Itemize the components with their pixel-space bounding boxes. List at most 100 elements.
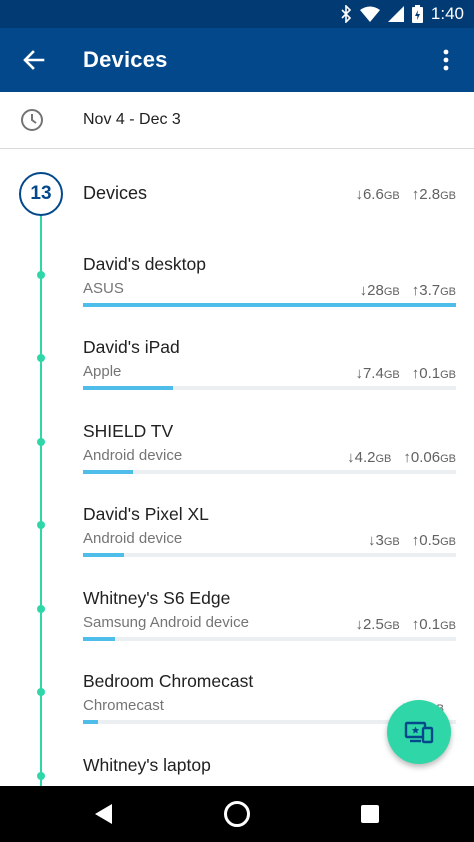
device-download: ↓4.2GB: [347, 449, 391, 466]
device-upload-unit: GB: [440, 453, 456, 465]
summary-title: Devices: [83, 183, 148, 203]
device-upload: ↑0.06GB: [403, 449, 456, 466]
prioritize-device-fab[interactable]: [387, 700, 451, 764]
device-name: Whitney's S6 Edge: [83, 588, 231, 608]
timeline-dot: [37, 772, 45, 780]
device-type: Samsung Android device: [83, 614, 249, 631]
usage-bar: [83, 303, 456, 307]
timeline-dot: [37, 688, 45, 696]
nav-home-button[interactable]: [215, 792, 259, 836]
device-stats: ↓4.2GB ↑0.06GB: [347, 449, 456, 466]
usage-bar-fill: [83, 553, 125, 557]
summary-upload-value: ↑2.8: [411, 186, 441, 203]
usage-bar: [83, 637, 456, 641]
usage-bar-fill: [83, 386, 173, 390]
usage-bar: [83, 470, 456, 474]
device-item[interactable]: David's Pixel XL Android device ↓3GB ↑0.…: [0, 493, 474, 576]
device-download-unit: GB: [375, 453, 392, 465]
device-stats: ↓3GB ↑0.5GB: [368, 532, 456, 549]
summary-download-value: ↓6.6: [355, 186, 384, 203]
app-bar: Devices: [0, 28, 474, 92]
device-name: Whitney's laptop: [83, 755, 211, 775]
device-stats: ↓2.5GB ↑0.1GB: [355, 616, 456, 633]
usage-bar-fill: [83, 303, 456, 307]
device-item[interactable]: David's desktop ASUS ↓28GB ↑3.7GB: [0, 243, 474, 326]
device-name: SHIELD TV: [83, 421, 174, 441]
usage-bar-fill: [83, 720, 98, 724]
device-name: Bedroom Chromecast: [83, 671, 254, 691]
device-stats: ↓28GB ↑3.7GB: [360, 282, 456, 299]
wifi-icon: [359, 6, 380, 22]
device-upload-value: ↑0.1: [411, 365, 441, 382]
device-upload-unit: GB: [440, 536, 456, 548]
prioritize-device-icon: [404, 721, 434, 744]
timeline-dot: [37, 438, 45, 446]
timeline-dot: [37, 605, 45, 613]
usage-bar-fill: [83, 470, 134, 474]
device-type: Android device: [83, 447, 183, 464]
device-download-value: ↓4.2: [347, 449, 376, 466]
summary-stats: ↓6.6GB ↑2.8GB: [355, 186, 456, 203]
status-bar: 1:40: [0, 0, 474, 28]
device-download-value: ↓3: [367, 532, 384, 549]
device-count-badge: 13: [19, 172, 63, 216]
timeline-dot: [37, 521, 45, 529]
device-download-unit: GB: [383, 536, 400, 548]
summary-download: ↓6.6GB: [355, 186, 399, 203]
device-upload: ↑3.7GB: [412, 282, 456, 299]
device-download-value: ↓2.5: [355, 616, 384, 633]
device-name: David's iPad: [83, 337, 180, 357]
status-icons: 1:40: [340, 0, 464, 28]
nav-back-icon: [95, 804, 112, 824]
status-time: 1:40: [430, 4, 464, 23]
nav-recents-icon: [361, 805, 379, 823]
device-upload: ↑0.1GB: [412, 365, 456, 382]
usage-bar: [83, 553, 456, 557]
device-upload-unit: GB: [440, 620, 456, 632]
nav-recents-button[interactable]: [348, 792, 392, 836]
summary-upload-unit: GB: [440, 190, 456, 202]
bluetooth-icon: [341, 5, 352, 23]
timeline-dot: [37, 354, 45, 362]
device-download-value: ↓7.4: [355, 365, 384, 382]
summary-upload: ↑2.8GB: [412, 186, 456, 203]
more-options-button[interactable]: [426, 40, 466, 80]
nav-home-icon: [224, 801, 250, 827]
device-name: David's desktop: [83, 254, 206, 274]
back-button[interactable]: [14, 40, 54, 80]
device-download-unit: GB: [383, 286, 400, 298]
device-download-unit: GB: [383, 369, 400, 381]
device-upload-value: ↑0.06: [403, 449, 441, 466]
device-upload-unit: GB: [440, 369, 456, 381]
device-type: Chromecast: [83, 697, 164, 714]
signal-icon: [387, 6, 404, 22]
more-vert-icon: [443, 49, 449, 71]
page-title: Devices: [83, 47, 168, 72]
device-download: ↓3GB: [368, 532, 400, 549]
arrow-back-icon: [23, 50, 45, 70]
clock-icon: [21, 109, 43, 131]
device-download: ↓7.4GB: [355, 365, 399, 382]
device-upload-value: ↑0.5: [411, 532, 441, 549]
device-download: ↓2.5GB: [355, 616, 399, 633]
battery-icon: [411, 5, 423, 23]
device-item[interactable]: Whitney's S6 Edge Samsung Android device…: [0, 577, 474, 660]
device-item[interactable]: SHIELD TV Android device ↓4.2GB ↑0.06GB: [0, 410, 474, 493]
usage-bar-fill: [83, 637, 115, 641]
system-nav-bar: [0, 786, 474, 842]
device-name: David's Pixel XL: [83, 504, 209, 524]
device-type: Android device: [83, 530, 183, 547]
device-download-unit: GB: [383, 620, 400, 632]
device-upload-value: ↑0.1: [411, 616, 441, 633]
summary-download-unit: GB: [383, 190, 400, 202]
device-item[interactable]: David's iPad Apple ↓7.4GB ↑0.1GB: [0, 326, 474, 409]
device-download-value: ↓28: [359, 282, 384, 299]
date-range-label: Nov 4 - Dec 3: [83, 111, 181, 128]
date-range-selector[interactable]: Nov 4 - Dec 3: [0, 92, 474, 149]
device-upload: ↑0.5GB: [412, 532, 456, 549]
nav-back-button[interactable]: [82, 792, 126, 836]
device-type: ASUS: [83, 280, 124, 297]
device-download: ↓28GB: [360, 282, 400, 299]
device-type: Apple: [83, 363, 122, 380]
device-stats: ↓7.4GB ↑0.1GB: [355, 365, 456, 382]
